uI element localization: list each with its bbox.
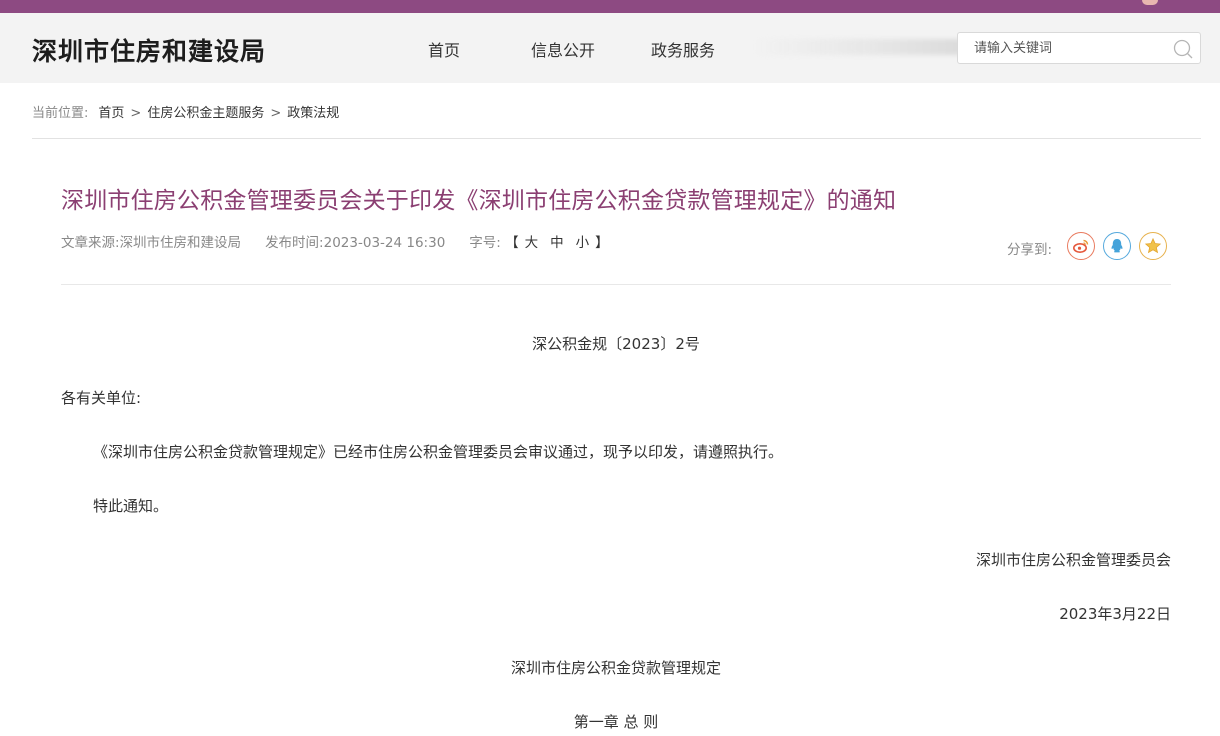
top-accent-bar [0, 0, 1220, 13]
breadcrumb-separator: > [270, 106, 282, 121]
meta-divider [61, 284, 1171, 285]
source-value: 深圳市住房和建设局 [119, 235, 242, 251]
signature-date: 2023年3月22日 [1059, 605, 1171, 623]
site-header: 深圳市住房和建设局 首页 信息公开 政务服务 [0, 13, 1220, 83]
search-box [957, 32, 1201, 64]
publish-time-label: 发布时间: [265, 235, 324, 251]
chapter-heading: 第一章 总 则 [573, 713, 659, 731]
weibo-icon[interactable] [1067, 232, 1095, 260]
publish-time-value: 2023-03-24 16:30 [323, 235, 446, 251]
article-meta: 文章来源:深圳市住房和建设局 发布时间:2023-03-24 16:30 字号: 【… [61, 231, 609, 251]
font-size-large[interactable]: 大 [525, 235, 539, 251]
nav-gov-services[interactable]: 政务服务 [651, 37, 715, 61]
breadcrumb-separator: > [130, 106, 142, 121]
breadcrumb: 当前位置: 首页 > 住房公积金主题服务 > 政策法规 [32, 102, 339, 121]
font-size-small[interactable]: 小 [576, 235, 590, 251]
breadcrumb-housing-fund[interactable]: 住房公积金主题服务 [147, 106, 264, 121]
breadcrumb-home[interactable]: 首页 [98, 106, 124, 121]
site-title[interactable]: 深圳市住房和建设局 [32, 32, 266, 68]
document-number: 深公积金规〔2023〕2号 [532, 335, 700, 353]
share-label: 分享到: [1007, 242, 1053, 258]
search-icon[interactable] [1172, 38, 1194, 60]
search-input[interactable] [974, 33, 1164, 63]
body-paragraph: 《深圳市住房公积金贷款管理规定》已经市住房公积金管理委员会审议通过，现予以印发，… [93, 443, 784, 461]
breadcrumb-label: 当前位置: [32, 106, 89, 121]
search-fade-decoration [752, 39, 987, 55]
source-label: 文章来源: [61, 235, 120, 251]
font-size-medium[interactable]: 中 [550, 235, 564, 251]
font-size-bracket-open: 【 [505, 235, 519, 251]
regulation-title: 深圳市住房公积金贷款管理规定 [510, 659, 721, 677]
font-size-label: 字号: [469, 235, 501, 251]
nav-home[interactable]: 首页 [428, 37, 460, 61]
greeting: 各有关单位: [61, 389, 142, 407]
nav-info-disclosure[interactable]: 信息公开 [531, 37, 595, 61]
favorite-star-icon[interactable] [1139, 232, 1167, 260]
corner-decoration [1142, 0, 1158, 5]
closing-paragraph: 特此通知。 [93, 497, 169, 515]
signature-organization: 深圳市住房公积金管理委员会 [975, 551, 1171, 569]
breadcrumb-divider [32, 138, 1201, 139]
font-size-bracket-close: 】 [595, 235, 609, 251]
breadcrumb-policy[interactable]: 政策法规 [287, 106, 339, 121]
article-title: 深圳市住房公积金管理委员会关于印发《深圳市住房公积金贷款管理规定》的通知 [61, 188, 897, 214]
qq-icon[interactable] [1103, 232, 1131, 260]
